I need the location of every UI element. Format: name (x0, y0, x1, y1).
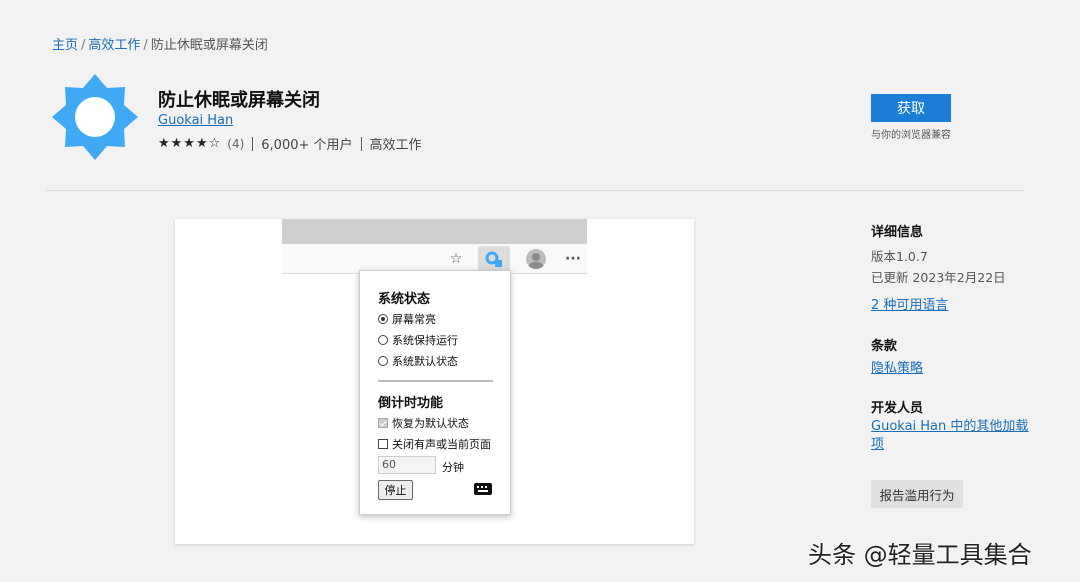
header-divider (46, 190, 1024, 191)
timer-heading: 倒计时功能 (378, 396, 444, 411)
radio-unchecked-icon (378, 335, 388, 345)
checkbox-disabled-icon (378, 418, 388, 428)
breadcrumb-separator: / (143, 38, 148, 53)
breadcrumb-current: 防止休眠或屏幕关闭 (150, 38, 268, 53)
user-count: 6,000+ 个用户 (261, 138, 353, 153)
extension-gear-icon (485, 251, 502, 267)
option-label: 系统保持运行 (392, 334, 458, 347)
favorite-icon: ☆ (449, 251, 463, 267)
author-link[interactable]: Guokai Han (158, 113, 233, 128)
developer-more-link[interactable]: Guokai Han 中的其他加载项 (871, 418, 1028, 454)
developer-link-line: 项 (871, 437, 885, 452)
checkbox-label: 恢复为默认状态 (392, 417, 469, 430)
rating-stars: ★★★★☆ (158, 136, 222, 151)
extension-popup: 系统状态 屏幕常亮 系统保持运行 系统默认状态 倒计时功能 恢复为默认状态 关闭… (359, 270, 511, 515)
report-abuse-button[interactable]: 报告滥用行为 (871, 480, 963, 508)
close-page-checkbox: 关闭有声或当前页面 (378, 436, 491, 452)
meta-divider (360, 136, 362, 151)
breadcrumb-separator: / (81, 38, 86, 53)
keyboard-icon (474, 483, 492, 495)
minutes-unit: 分钟 (442, 461, 464, 474)
developer-link-line: Guokai Han 中的其他加载 (871, 419, 1029, 434)
meta-divider (252, 136, 254, 151)
option-label: 屏幕常亮 (392, 313, 436, 326)
breadcrumb-home-link[interactable]: 主页 (52, 38, 78, 53)
radio-checked-icon (378, 314, 388, 324)
more-icon: ··· (565, 251, 581, 267)
rating-count[interactable]: (4) (227, 137, 244, 151)
privacy-policy-link[interactable]: 隐私策略 (871, 357, 923, 376)
updated-text: 已更新 2023年2月22日 (871, 270, 1006, 285)
profile-avatar (526, 249, 546, 269)
get-button[interactable]: 获取 (871, 94, 951, 122)
minutes-input: 60 (378, 456, 436, 474)
watermark-text: 头条 @轻量工具集合 (808, 541, 1032, 569)
radio-unchecked-icon (378, 356, 388, 366)
breadcrumb-category-link[interactable]: 高效工作 (88, 38, 140, 53)
stop-button: 停止 (378, 480, 413, 500)
app-title: 防止休眠或屏幕关闭 (158, 90, 320, 111)
terms-heading: 条款 (871, 339, 898, 354)
option-keep-running: 系统保持运行 (378, 332, 458, 348)
app-sun-icon (52, 74, 138, 160)
checkbox-icon (378, 439, 388, 449)
version-text: 版本1.0.7 (871, 249, 928, 264)
extension-screenshot[interactable]: ☆ ··· 系统状态 屏幕常亮 系统保持运行 系统默认状态 倒计时功能 恢复为默… (175, 219, 694, 544)
browser-tab-strip (282, 219, 587, 244)
system-status-heading: 系统状态 (378, 292, 431, 307)
restore-default-checkbox: 恢复为默认状态 (378, 415, 469, 431)
popup-divider (378, 380, 493, 382)
languages-link[interactable]: 2 种可用语言 (871, 294, 948, 313)
app-meta: ★★★★☆ (4) 6,000+ 个用户 高效工作 (158, 134, 422, 153)
details-heading: 详细信息 (871, 225, 924, 240)
checkbox-label: 关闭有声或当前页面 (392, 438, 491, 451)
developer-heading: 开发人员 (871, 401, 924, 416)
option-default-state: 系统默认状态 (378, 353, 458, 369)
app-category: 高效工作 (369, 138, 422, 153)
extension-button (478, 246, 510, 272)
compat-text: 与你的浏览器兼容 (871, 130, 951, 141)
option-label: 系统默认状态 (392, 355, 458, 368)
option-screen-on: 屏幕常亮 (378, 311, 436, 327)
breadcrumb: 主页 / 高效工作 / 防止休眠或屏幕关闭 (52, 34, 268, 53)
